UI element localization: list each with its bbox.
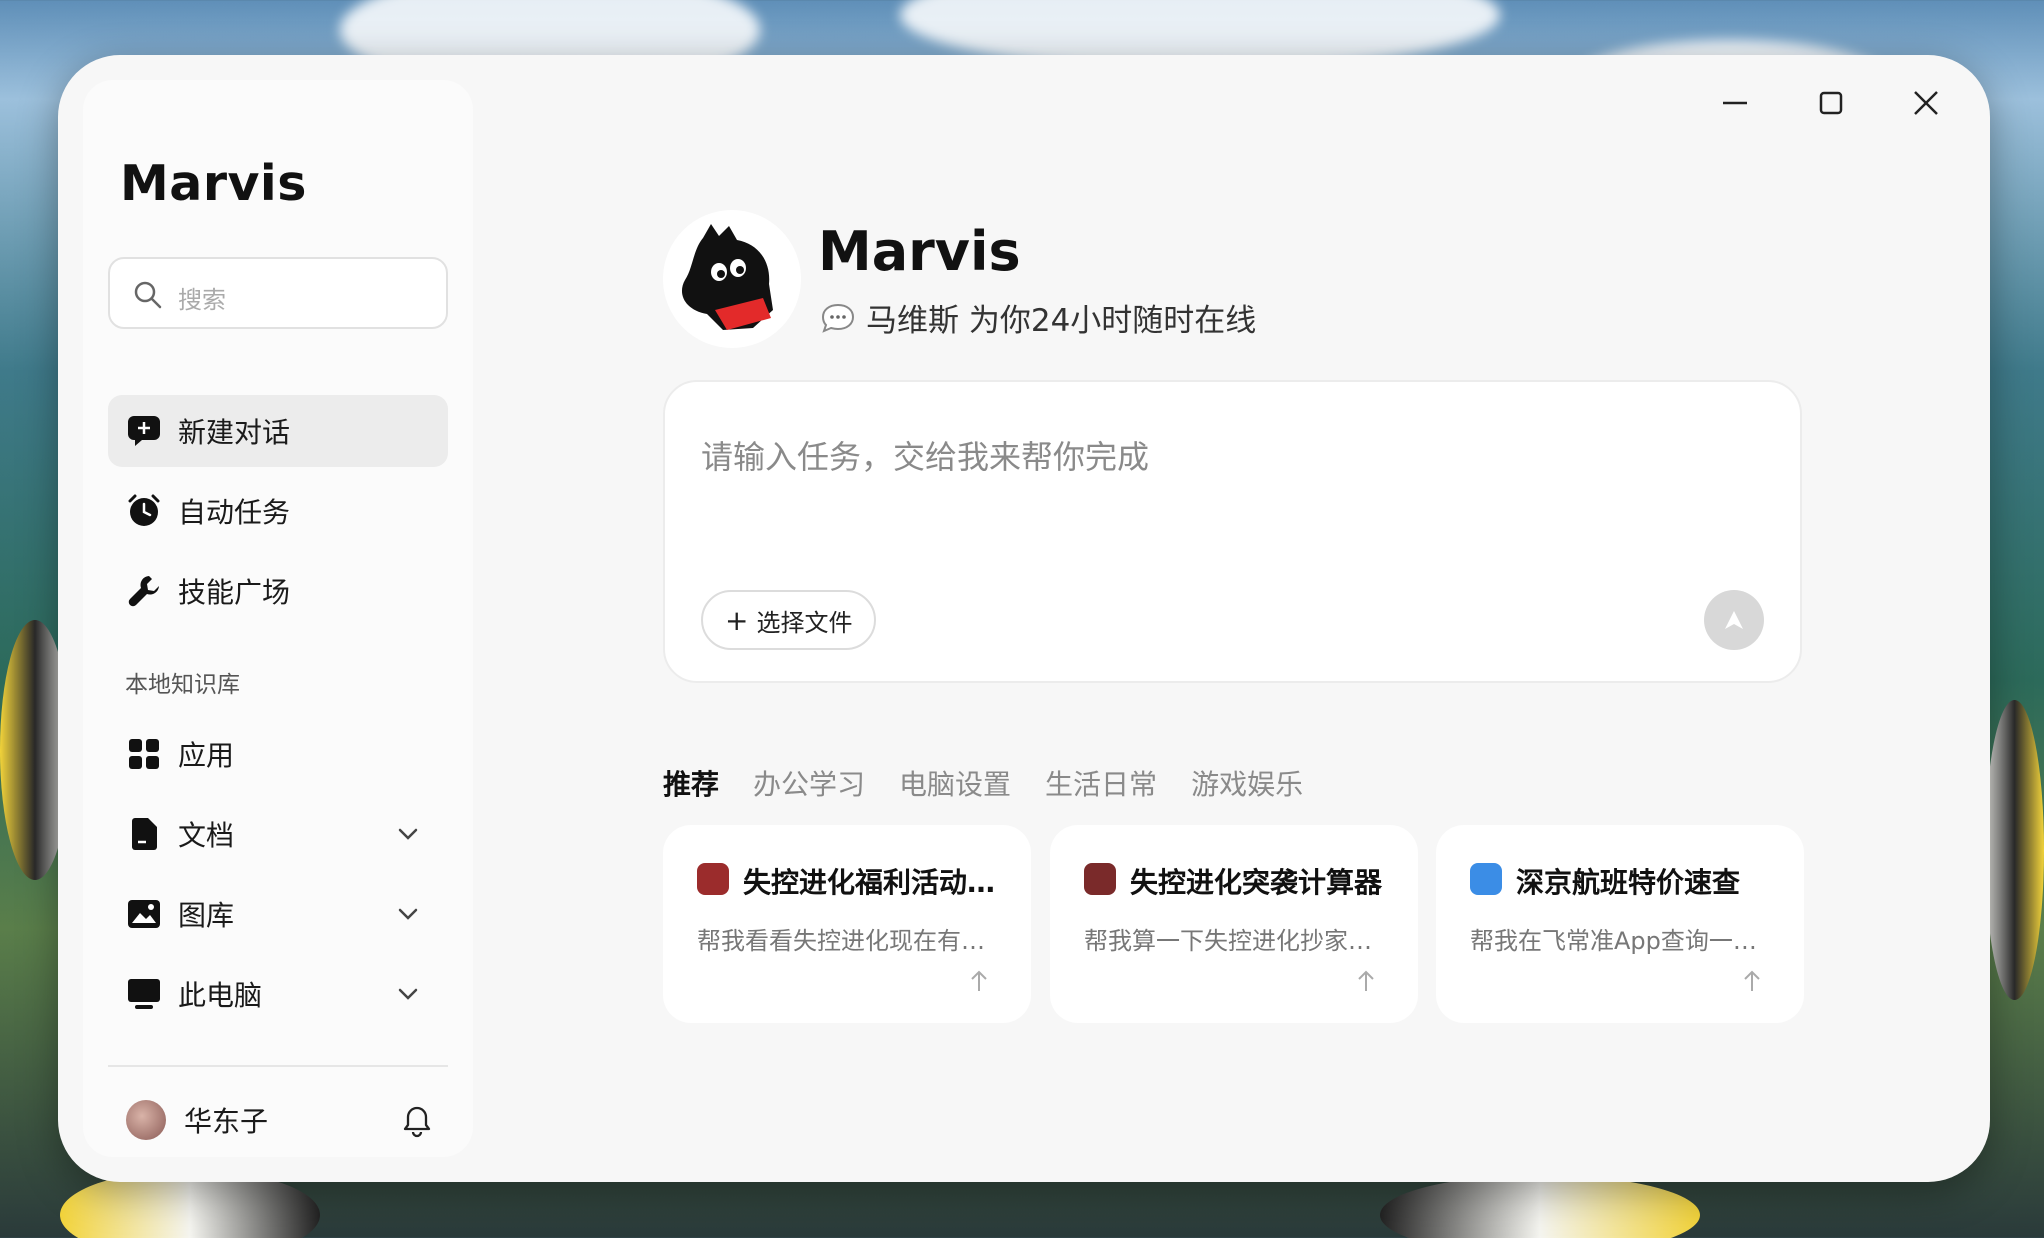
- nav-auto-tasks[interactable]: 自动任务: [108, 475, 448, 547]
- chat-bubble-icon: [821, 303, 855, 333]
- document-icon: [126, 816, 162, 852]
- tab-games[interactable]: 游戏娱乐: [1191, 763, 1303, 803]
- bell-icon[interactable]: [400, 1104, 434, 1138]
- avatar[interactable]: [126, 1100, 166, 1140]
- nav-label: 技能广场: [178, 576, 291, 609]
- suggestion-card[interactable]: 深京航班特价速查 帮我在飞常准App查询一…: [1436, 825, 1804, 1023]
- nav-documents[interactable]: 文档: [108, 798, 448, 870]
- category-tabs: 推荐 办公学习 电脑设置 生活日常 游戏娱乐: [663, 763, 1303, 803]
- minimize-icon[interactable]: [1715, 83, 1755, 123]
- alarm-clock-icon: [126, 493, 162, 529]
- nav-label: 应用: [178, 739, 235, 772]
- nav-label: 自动任务: [178, 496, 291, 529]
- knowledge-section-label: 本地知识库: [125, 672, 240, 698]
- nav-skill-plaza[interactable]: 技能广场: [108, 555, 448, 627]
- computer-icon: [126, 976, 162, 1012]
- card-desc: 帮我看看失控进化现在有…: [697, 927, 985, 955]
- nav-label: 此电脑: [178, 979, 263, 1012]
- hero-subtitle: 马维斯 为你24小时随时在线: [820, 295, 1256, 340]
- send-arrow-icon: [1725, 611, 1743, 629]
- new-chat-icon: [126, 413, 162, 449]
- nav-apps[interactable]: 应用: [108, 718, 448, 790]
- task-input-card: 请输入任务，交给我来帮你完成 + 选择文件: [663, 380, 1802, 683]
- card-title: 失控进化突袭计算器: [1130, 866, 1383, 899]
- hero-subtitle-text: 马维斯 为你24小时随时在线: [866, 303, 1257, 339]
- gallery-icon: [126, 896, 162, 932]
- search-input[interactable]: 搜索: [108, 257, 448, 329]
- tab-office-study[interactable]: 办公学习: [753, 763, 865, 803]
- suggestion-card[interactable]: 失控进化突袭计算器 帮我算一下失控进化抄家…: [1050, 825, 1418, 1023]
- chevron-down-icon[interactable]: [394, 900, 422, 928]
- chevron-down-icon[interactable]: [394, 980, 422, 1008]
- suggestion-card[interactable]: 失控进化福利活动… 帮我看看失控进化现在有…: [663, 825, 1031, 1023]
- plus-icon: +: [725, 603, 749, 637]
- user-profile[interactable]: 华东子: [108, 1090, 448, 1150]
- close-icon[interactable]: [1906, 83, 1946, 123]
- select-file-label: 选择文件: [756, 608, 853, 637]
- select-file-button[interactable]: + 选择文件: [701, 590, 877, 650]
- arrow-up-icon[interactable]: [1356, 969, 1376, 993]
- sidebar: Marvis 搜索 新建对话 自动任务 技能广场 本地知识库 应用 文档 图库 …: [83, 80, 473, 1157]
- marvis-logo: [663, 210, 801, 348]
- task-input[interactable]: 请输入任务，交给我来帮你完成: [701, 432, 1149, 478]
- game-app-icon: [1084, 863, 1116, 895]
- sidebar-divider: [108, 1065, 448, 1067]
- nav-label: 新建对话: [178, 416, 291, 449]
- search-placeholder: 搜索: [178, 286, 226, 314]
- nav-this-pc[interactable]: 此电脑: [108, 958, 448, 1030]
- arrow-up-icon[interactable]: [1742, 969, 1762, 993]
- card-title: 深京航班特价速查: [1516, 866, 1741, 899]
- hero-title: Marvis: [818, 220, 1021, 283]
- user-name: 华东子: [184, 1105, 269, 1138]
- card-desc: 帮我算一下失控进化抄家…: [1084, 927, 1372, 955]
- tab-recommended[interactable]: 推荐: [663, 763, 719, 803]
- tab-pc-settings[interactable]: 电脑设置: [899, 763, 1011, 803]
- nav-label: 图库: [178, 899, 235, 932]
- tab-daily-life[interactable]: 生活日常: [1045, 763, 1157, 803]
- app-title: Marvis: [120, 155, 307, 212]
- app-window: Marvis 搜索 新建对话 自动任务 技能广场 本地知识库 应用 文档 图库 …: [58, 55, 1990, 1182]
- nav-gallery[interactable]: 图库: [108, 878, 448, 950]
- send-button[interactable]: [1704, 590, 1764, 650]
- arrow-up-icon[interactable]: [969, 969, 989, 993]
- apps-grid-icon: [126, 736, 162, 772]
- maximize-icon[interactable]: [1811, 83, 1851, 123]
- chevron-down-icon[interactable]: [394, 820, 422, 848]
- game-app-icon: [697, 863, 729, 895]
- search-icon: [134, 281, 162, 309]
- card-desc: 帮我在飞常准App查询一…: [1470, 927, 1757, 955]
- wrench-icon: [126, 573, 162, 609]
- nav-label: 文档: [178, 819, 235, 852]
- card-title: 失控进化福利活动…: [743, 866, 996, 899]
- flight-app-icon: [1470, 863, 1502, 895]
- nav-new-chat[interactable]: 新建对话: [108, 395, 448, 467]
